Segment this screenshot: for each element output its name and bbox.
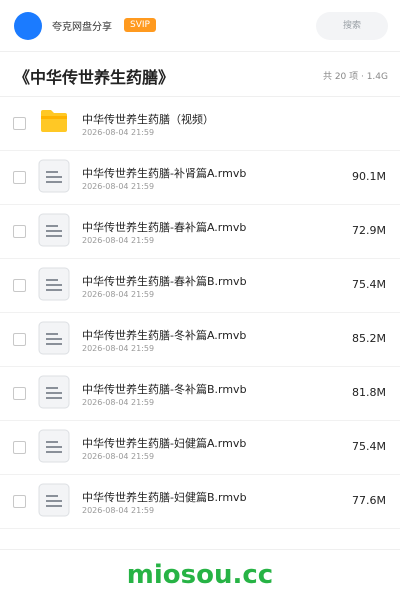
list-item[interactable]: 中华传世养生药膳-冬补篇A.rmvb 2026-08-04 21:59 85.2… [0,313,400,367]
list-item[interactable]: 中华传世养生药膳-春补篇B.rmvb 2026-08-04 21:59 75.4… [0,259,400,313]
search-input[interactable]: 搜索 [316,12,388,40]
item-summary: 共 20 项 · 1.4G [322,72,388,82]
item-name: 中华传世养生药膳（视频） [82,113,214,126]
file-icon [38,267,70,301]
svip-badge: SVIP [124,18,156,32]
item-size: 75.4M [352,440,386,453]
avatar[interactable] [14,12,42,40]
item-date: 2026-08-04 21:59 [82,128,155,137]
brand-label: 夸克网盘分享 [52,22,112,33]
folder-icon [41,110,67,132]
file-icon [38,375,70,409]
item-size: 75.4M [352,278,386,291]
list-footer [0,529,400,550]
file-icon [38,429,70,463]
item-name: 中华传世养生药膳-妇健篇B.rmvb [82,491,247,504]
row-checkbox[interactable] [13,171,26,184]
file-icon [38,483,70,517]
item-date: 2026-08-04 21:59 [82,182,155,191]
list-item[interactable]: 中华传世养生药膳-妇健篇A.rmvb 2026-08-04 21:59 75.4… [0,421,400,475]
row-checkbox[interactable] [13,225,26,238]
list-item[interactable]: 中华传世养生药膳-妇健篇B.rmvb 2026-08-04 21:59 77.6… [0,475,400,529]
list-item[interactable]: 中华传世养生药膳-冬补篇B.rmvb 2026-08-04 21:59 81.8… [0,367,400,421]
top-bar: 夸克网盘分享 SVIP 搜索 [0,0,400,52]
page-title: 《中华传世养生药膳》 [14,68,175,87]
item-size: 77.6M [352,494,386,507]
row-checkbox[interactable] [13,333,26,346]
item-date: 2026-08-04 21:59 [82,290,155,299]
list-item[interactable]: 中华传世养生药膳（视频） 2026-08-04 21:59 [0,97,400,151]
item-size: 90.1M [352,170,386,183]
file-icon [38,321,70,355]
row-checkbox[interactable] [13,495,26,508]
list-item[interactable]: 中华传世养生药膳-补肾篇A.rmvb 2026-08-04 21:59 90.1… [0,151,400,205]
row-checkbox[interactable] [13,387,26,400]
item-name: 中华传世养生药膳-春补篇A.rmvb [82,221,247,234]
watermark: miosou.cc [126,560,274,590]
row-checkbox[interactable] [13,441,26,454]
item-size: 81.8M [352,386,386,399]
item-name: 中华传世养生药膳-春补篇B.rmvb [82,275,247,288]
item-date: 2026-08-04 21:59 [82,452,155,461]
row-checkbox[interactable] [13,117,26,130]
list-item[interactable]: 中华传世养生药膳-春补篇A.rmvb 2026-08-04 21:59 72.9… [0,205,400,259]
item-date: 2026-08-04 21:59 [82,398,155,407]
folder-header: 《中华传世养生药膳》 共 20 项 · 1.4G [0,52,400,97]
item-date: 2026-08-04 21:59 [82,344,155,353]
item-date: 2026-08-04 21:59 [82,506,155,515]
item-size: 85.2M [352,332,386,345]
item-size: 72.9M [352,224,386,237]
item-name: 中华传世养生药膳-妇健篇A.rmvb [82,437,247,450]
item-name: 中华传世养生药膳-补肾篇A.rmvb [82,167,247,180]
file-icon [38,213,70,247]
file-list: 中华传世养生药膳（视频） 2026-08-04 21:59 中华传世养生药膳-补… [0,97,400,529]
item-date: 2026-08-04 21:59 [82,236,155,245]
item-name: 中华传世养生药膳-冬补篇B.rmvb [82,383,247,396]
item-name: 中华传世养生药膳-冬补篇A.rmvb [82,329,247,342]
row-checkbox[interactable] [13,279,26,292]
file-icon [38,159,70,193]
